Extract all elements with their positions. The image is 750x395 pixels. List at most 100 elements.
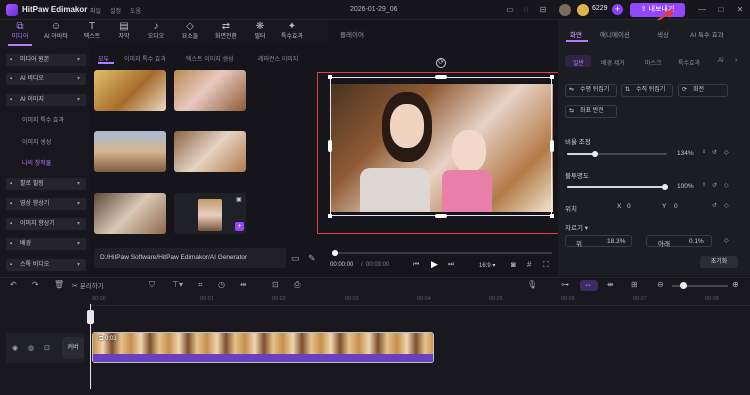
tab-image-effects[interactable]: 이미지 특수 효과 bbox=[124, 54, 166, 63]
redo-icon[interactable]: ↷ bbox=[32, 280, 39, 289]
tool-elements[interactable]: ◇ 요소들 bbox=[172, 21, 208, 45]
subtab-mask[interactable]: 마스크 bbox=[645, 58, 662, 67]
keyframe-icon[interactable]: ◇ bbox=[724, 237, 729, 244]
sidebar-item-ai-video[interactable]: ▪ AI 비디오 ▾ bbox=[6, 73, 86, 85]
menu-help[interactable]: 도움 bbox=[130, 6, 141, 15]
reset-icon[interactable]: ↺ bbox=[712, 149, 717, 156]
menu-file[interactable]: 파일 bbox=[90, 6, 101, 15]
play-icon[interactable]: ▶ bbox=[431, 259, 438, 270]
tool-audio[interactable]: ♪ 오디오 bbox=[138, 21, 174, 45]
opacity-slider-knob[interactable] bbox=[662, 184, 668, 190]
stepper-icon[interactable]: ⇕ bbox=[702, 182, 706, 188]
crop-icon[interactable]: ⌗ bbox=[198, 280, 203, 290]
tab-reference-image[interactable]: 레퍼런스 이미지 bbox=[258, 54, 298, 63]
tab-text-to-image[interactable]: 텍스트 이미지 생성 bbox=[186, 54, 234, 63]
microphone-icon[interactable]: 🎙 bbox=[527, 280, 537, 289]
link-icon[interactable]: ⊶ bbox=[561, 280, 569, 289]
tool-subtitle[interactable]: ▤ 자막 bbox=[106, 21, 142, 45]
media-thumbnail-selected[interactable]: ▣ + bbox=[174, 193, 246, 234]
folder-open-icon[interactable]: ▭ bbox=[291, 253, 300, 264]
screenshot-icon[interactable]: ⎙ bbox=[294, 280, 300, 290]
feedback-icon[interactable]: ▭ bbox=[505, 5, 515, 15]
rotate-button[interactable]: ⟳ 회전 bbox=[678, 84, 728, 97]
reset-icon[interactable]: ↺ bbox=[712, 182, 717, 189]
flip-horizontal-button[interactable]: ⇋ 수평 뒤집기 bbox=[565, 84, 617, 97]
sidebar-item-media-source[interactable]: ▪ 미디어 원본 ▾ bbox=[6, 54, 86, 66]
opacity-value[interactable]: 100% bbox=[677, 183, 694, 190]
subtab-ai[interactable]: AI bbox=[718, 58, 724, 64]
delete-icon[interactable]: 🗑 bbox=[54, 280, 64, 289]
playback-scrubber[interactable] bbox=[332, 250, 338, 256]
tab-screen[interactable]: 화면 bbox=[570, 29, 582, 39]
crop-bottom-value[interactable]: 0.1% bbox=[689, 238, 704, 245]
playhead-handle[interactable] bbox=[87, 310, 94, 324]
media-thumbnail[interactable] bbox=[174, 70, 246, 111]
account-icon[interactable]: ⊟ bbox=[538, 5, 548, 15]
tool-transition[interactable]: ⇄ 화면전환 bbox=[208, 21, 244, 45]
crop-top-value[interactable]: 18.3% bbox=[607, 238, 625, 245]
tool-effects[interactable]: ✦ 특수효과 bbox=[274, 21, 310, 45]
subtab-effects[interactable]: 특수효과 bbox=[678, 58, 700, 67]
track-visibility-icon[interactable]: ◉ bbox=[12, 344, 18, 352]
shield-icon[interactable]: ⛉ bbox=[149, 280, 155, 290]
undo-icon[interactable]: ↶ bbox=[10, 280, 17, 289]
playback-progress[interactable] bbox=[334, 252, 552, 254]
grid-icon[interactable]: # bbox=[527, 260, 531, 269]
scale-slider-knob[interactable] bbox=[592, 151, 598, 157]
keyframe-icon[interactable]: ◇ bbox=[724, 149, 729, 156]
sidebar-item-my-creations[interactable]: 나의 창작물 bbox=[6, 158, 86, 170]
reset-all-button[interactable]: 초기화 bbox=[700, 256, 738, 268]
snapshot-icon[interactable]: ◙ bbox=[511, 260, 516, 269]
tool-ai-avatar[interactable]: ☺ AI 아바타 bbox=[38, 21, 74, 45]
tool-media[interactable]: ⧉ 미디어 bbox=[2, 21, 38, 45]
freeze-icon[interactable]: ⊡ bbox=[272, 280, 279, 289]
next-frame-icon[interactable]: ⏭ bbox=[448, 261, 454, 269]
zoom-slider-knob[interactable] bbox=[680, 282, 687, 289]
zoom-in-icon[interactable]: ⊕ bbox=[732, 280, 739, 289]
add-to-timeline-icon[interactable]: + bbox=[235, 222, 244, 231]
track-audio-icon[interactable]: ◍ bbox=[28, 344, 34, 352]
zoom-out-icon[interactable]: ⊖ bbox=[657, 280, 664, 289]
flip-vertical-button[interactable]: ⇅ 수직 뒤집기 bbox=[621, 84, 673, 97]
previous-frame-icon[interactable]: ⏮ bbox=[413, 261, 419, 269]
text-tool-icon[interactable]: ⊤▾ bbox=[172, 280, 183, 289]
media-thumbnail[interactable] bbox=[94, 70, 166, 111]
sidebar-item-video-enhancer[interactable]: ▪ 영상 향상기 ▾ bbox=[6, 198, 86, 210]
mirror-icon[interactable]: ⇹ bbox=[240, 280, 247, 289]
sidebar-item-image-generate[interactable]: 이미지 생성 bbox=[6, 137, 86, 149]
aspect-ratio-select[interactable]: 16:9 ▾ bbox=[479, 262, 495, 269]
sidebar-item-image-enhancer[interactable]: ▪ 이미지 향상기 ▾ bbox=[6, 218, 86, 230]
fit-icon[interactable]: ⇼ bbox=[607, 280, 614, 289]
keyframe-icon[interactable]: ◇ bbox=[724, 182, 729, 189]
tool-filter[interactable]: ❋ 필터 bbox=[242, 21, 278, 45]
track-lock-icon[interactable]: ⊡ bbox=[44, 344, 50, 352]
subtab-remove-bg[interactable]: 배경 제거 bbox=[601, 58, 625, 67]
edit-path-icon[interactable]: ✎ bbox=[308, 253, 316, 264]
sidebar-item-follow[interactable]: ▪ 팔로 필링 ▾ bbox=[6, 178, 86, 190]
timeline-clip[interactable]: ⧉ 0:03 bbox=[92, 332, 434, 363]
scale-value[interactable]: 134% bbox=[677, 150, 694, 157]
tool-text[interactable]: T 텍스트 bbox=[74, 21, 110, 45]
tab-ai-effects[interactable]: AI 특수 효과 bbox=[690, 29, 724, 39]
chevron-right-icon[interactable]: › bbox=[735, 57, 737, 64]
reset-icon[interactable]: ↺ bbox=[712, 202, 717, 209]
stepper-icon[interactable]: ⇕ bbox=[702, 149, 706, 155]
media-thumbnail[interactable] bbox=[174, 131, 246, 172]
coordinate-flip-button[interactable]: ⇆ 좌표 반전 bbox=[565, 105, 617, 118]
cover-button[interactable]: 커버 bbox=[62, 337, 84, 359]
sidebar-item-ai-image[interactable]: ▪ AI 이미지 ▾ bbox=[6, 94, 86, 106]
sidebar-item-stock-video[interactable]: ▪ 스톡 비디오 ▾ bbox=[6, 259, 86, 271]
support-icon[interactable]: ◌ bbox=[521, 5, 531, 15]
avatar[interactable] bbox=[559, 4, 571, 16]
crop-label[interactable]: 자르기 ▾ bbox=[565, 222, 588, 232]
tab-animation[interactable]: 애니메이션 bbox=[600, 29, 630, 39]
menu-settings[interactable]: 설정 bbox=[110, 6, 121, 15]
speed-icon[interactable]: ◷ bbox=[218, 280, 225, 289]
fullscreen-icon[interactable]: ⛶ bbox=[543, 260, 549, 270]
y-value[interactable]: 0 bbox=[674, 203, 678, 210]
maximize-icon[interactable]: □ bbox=[716, 5, 726, 15]
rotate-handle-icon[interactable]: ⟳ bbox=[436, 58, 446, 68]
split-button[interactable]: ✂ 분리하기 bbox=[72, 280, 104, 290]
media-thumbnail[interactable] bbox=[94, 131, 166, 172]
close-icon[interactable]: ✕ bbox=[735, 5, 745, 15]
